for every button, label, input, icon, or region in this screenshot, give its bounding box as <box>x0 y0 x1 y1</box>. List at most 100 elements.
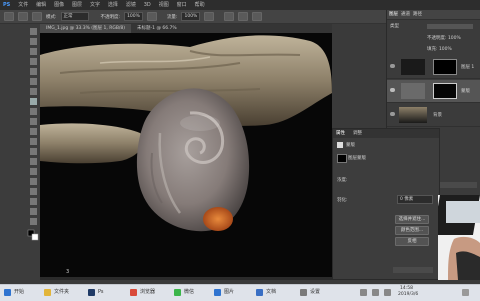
browser-icon[interactable] <box>130 289 137 296</box>
tray-volume-icon[interactable] <box>372 289 379 296</box>
pen-tool-icon <box>30 168 37 175</box>
color-range-button[interactable]: 颜色范围... <box>395 226 429 235</box>
taskbar-item-docs[interactable]: 文档 <box>266 288 276 297</box>
layer-fill[interactable]: 填充: 100% <box>427 46 452 52</box>
taskbar-item-start[interactable]: 开始 <box>14 288 24 297</box>
eyedropper-tool-icon <box>30 78 37 85</box>
menu-layer[interactable]: 图层 <box>72 1 82 8</box>
invert-button[interactable]: 反相 <box>395 237 429 246</box>
layer-name: 图层 1 <box>461 65 475 70</box>
pixel-mask-icon[interactable] <box>337 142 343 148</box>
eye-icon[interactable] <box>390 88 395 92</box>
wechat-icon[interactable] <box>174 289 181 296</box>
tray-ime-icon[interactable] <box>384 289 391 296</box>
properties-footer-icons[interactable] <box>393 267 433 273</box>
channels-tab[interactable]: 通道 <box>401 10 410 19</box>
photoshop-icon[interactable] <box>88 289 95 296</box>
status-bar <box>40 277 332 280</box>
brush-preset-icon[interactable] <box>18 12 28 21</box>
lasso-tool-icon <box>30 48 37 55</box>
move-tool-icon <box>30 28 37 35</box>
tab-document-1[interactable]: IMG_1.jpg @ 33.3% (图层 1, RGB/8) <box>40 24 132 33</box>
menu-help[interactable]: 帮助 <box>195 1 205 8</box>
menu-bar: PS 文件 编辑 图像 图层 文字 选择 滤镜 3D 视图 窗口 帮助 <box>0 0 480 10</box>
smoothing-icon[interactable] <box>224 12 235 21</box>
menu-file[interactable]: 文件 <box>18 1 28 8</box>
select-and-mask-button[interactable]: 选择并遮住... <box>395 215 429 224</box>
menu-image[interactable]: 图像 <box>54 1 64 8</box>
history-brush-tool-icon <box>30 118 37 125</box>
shape-tool-icon <box>30 198 37 205</box>
pressure-opacity-icon[interactable] <box>146 12 157 21</box>
taskbar-item-browser[interactable]: 浏览器 <box>140 288 155 297</box>
layer-thumbnail <box>399 107 427 123</box>
eye-icon[interactable] <box>390 64 395 68</box>
menu-view[interactable]: 视图 <box>159 1 169 8</box>
paths-tab[interactable]: 路径 <box>413 10 422 19</box>
webcam-inset <box>438 195 480 280</box>
airbrush-icon[interactable] <box>204 12 215 21</box>
stamp-tool-icon <box>30 108 37 115</box>
layers-tab[interactable]: 图层 <box>389 10 398 19</box>
layer-opacity[interactable]: 不透明度: 100% <box>427 35 461 41</box>
eraser-tool-icon <box>30 128 37 135</box>
opacity-label: 不透明度: <box>100 14 121 20</box>
opacity-field[interactable]: 100% <box>124 12 143 21</box>
angle-icon[interactable] <box>238 12 249 21</box>
brush-tool-icon <box>30 98 37 105</box>
filter-icons[interactable] <box>427 24 473 29</box>
tray-network-icon[interactable] <box>360 289 367 296</box>
home-icon[interactable] <box>4 12 14 21</box>
type-tool-icon <box>30 178 37 185</box>
background-color-swatch <box>31 233 39 241</box>
taskbar-item-wechat[interactable]: 微信 <box>184 288 194 297</box>
hand-tool-icon <box>30 208 37 215</box>
blur-tool-icon <box>30 148 37 155</box>
taskbar-item-ps[interactable]: Ps <box>98 288 104 297</box>
layer-thumbnail <box>401 83 425 99</box>
feather-field[interactable]: 0 像素 <box>397 195 433 204</box>
taskbar: 开始 文件夹 Ps 浏览器 微信 图片 文档 设置 14:58 2019/3/6 <box>0 284 480 301</box>
image-viewer-icon[interactable] <box>214 289 221 296</box>
app-logo-icon[interactable]: PS <box>3 2 10 8</box>
brush-settings-icon[interactable] <box>32 12 42 21</box>
mask-label: 蒙版 <box>346 143 355 148</box>
properties-tab[interactable]: 属性 <box>336 130 345 136</box>
taskbar-item-settings[interactable]: 设置 <box>310 288 320 297</box>
canvas-footer-number: 3 <box>66 269 70 275</box>
properties-panel: 属性 调整 蒙版 图层蒙版 浓度: 羽化: 0 像素 选择并遮住... 颜色范围… <box>332 128 440 280</box>
taskbar-item-images[interactable]: 图片 <box>224 288 234 297</box>
gradient-tool-icon <box>30 138 37 145</box>
start-icon[interactable] <box>4 289 11 296</box>
magic-wand-tool-icon <box>30 58 37 65</box>
menu-window[interactable]: 窗口 <box>177 1 187 8</box>
menu-type[interactable]: 文字 <box>90 1 100 8</box>
layer-row[interactable]: 背景 <box>387 104 480 127</box>
menu-filter[interactable]: 滤镜 <box>126 1 136 8</box>
layer-row[interactable]: 图层 1 <box>387 56 480 79</box>
flow-field[interactable]: 100% <box>181 12 201 21</box>
taskbar-item-folder[interactable]: 文件夹 <box>54 288 69 297</box>
folder-icon[interactable] <box>44 289 51 296</box>
symmetry-icon[interactable] <box>252 12 263 21</box>
mode-select[interactable]: 正常 <box>60 12 89 21</box>
eye-icon[interactable] <box>390 112 395 116</box>
layer-thumbnail <box>401 59 425 75</box>
menu-edit[interactable]: 编辑 <box>36 1 46 8</box>
adjustments-tab[interactable]: 调整 <box>353 130 362 136</box>
document-tabs: IMG_1.jpg @ 33.3% (图层 1, RGB/8) 未标题-1 @ … <box>40 24 332 33</box>
document-canvas[interactable]: 3 <box>40 33 332 277</box>
document-icon[interactable] <box>256 289 263 296</box>
path-select-tool-icon <box>30 188 37 195</box>
layer-name: 背景 <box>433 113 442 118</box>
menu-3d[interactable]: 3D <box>144 2 151 8</box>
pendant-photo <box>40 35 332 232</box>
notification-icon[interactable] <box>462 289 469 296</box>
toolbar-icons <box>27 28 39 241</box>
settings-icon[interactable] <box>300 289 307 296</box>
driftwood-bottom <box>40 123 144 164</box>
tab-document-2[interactable]: 未标题-1 @ 66.7% <box>131 24 183 33</box>
menu-select[interactable]: 选择 <box>108 1 118 8</box>
layer-row[interactable]: 蒙版 <box>387 80 480 103</box>
layer-kind-filter[interactable]: 类型 <box>390 23 399 29</box>
